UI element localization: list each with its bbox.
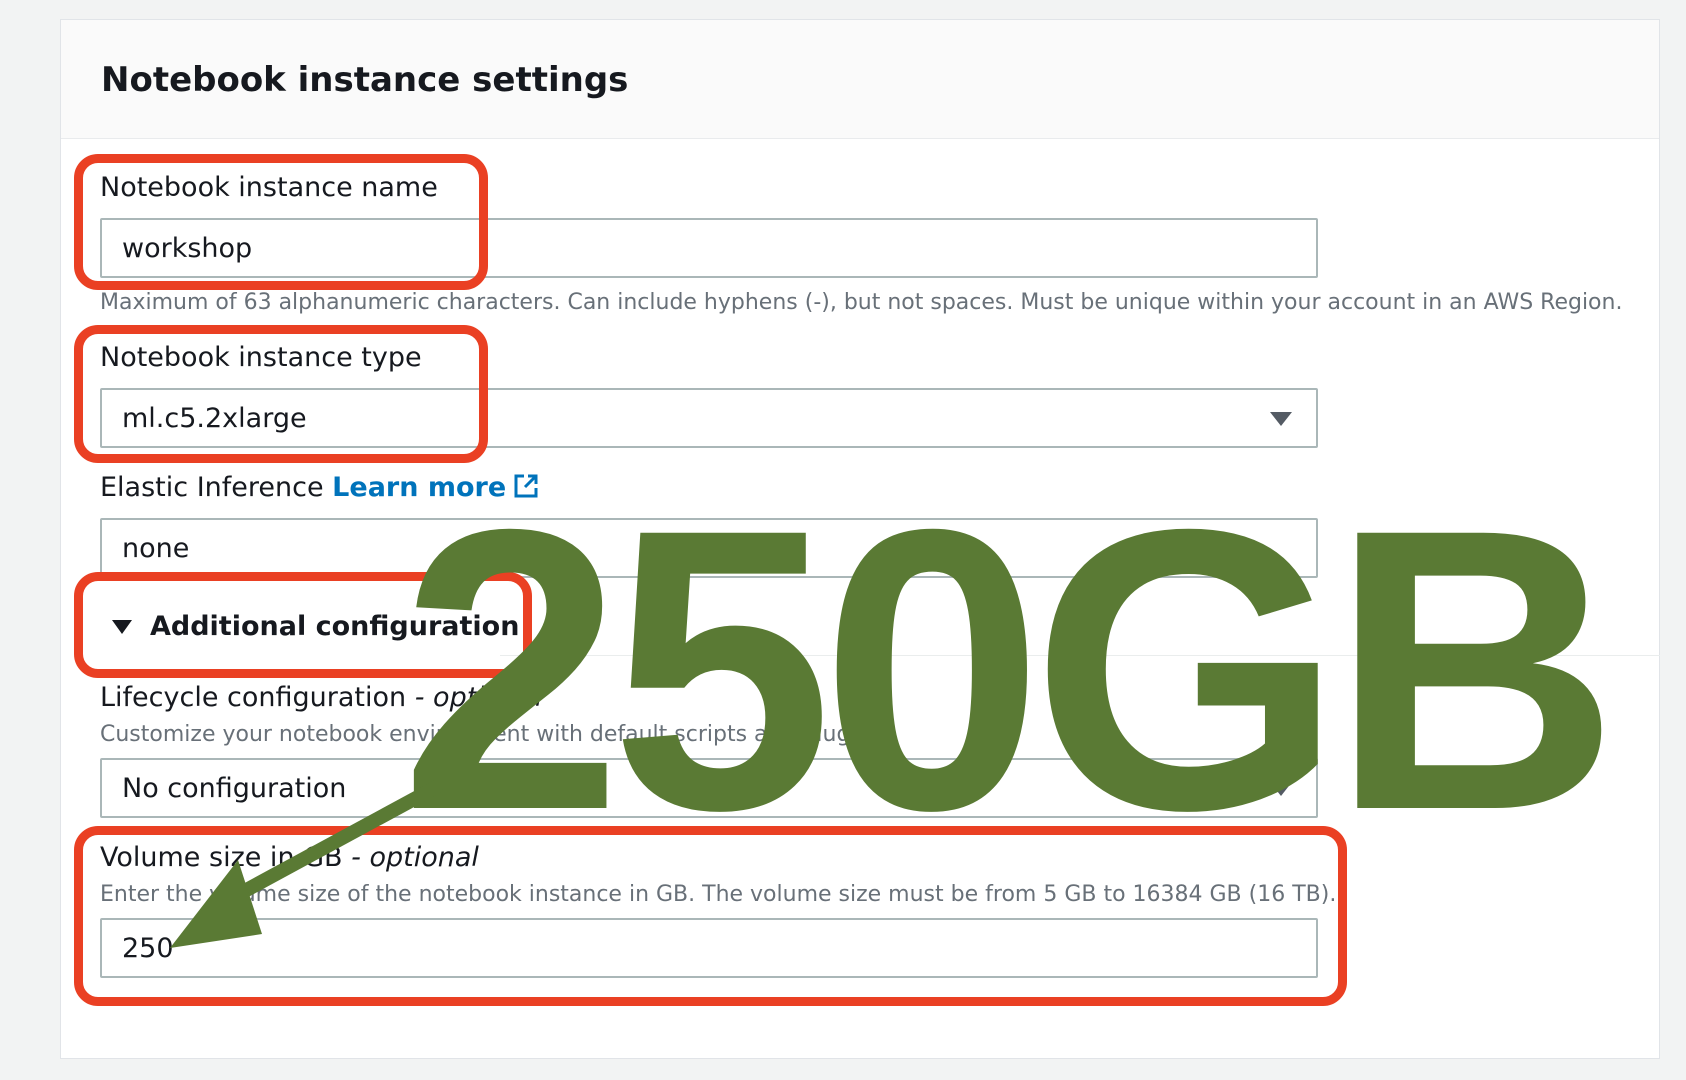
annotation-arrow-icon [170, 778, 444, 948]
